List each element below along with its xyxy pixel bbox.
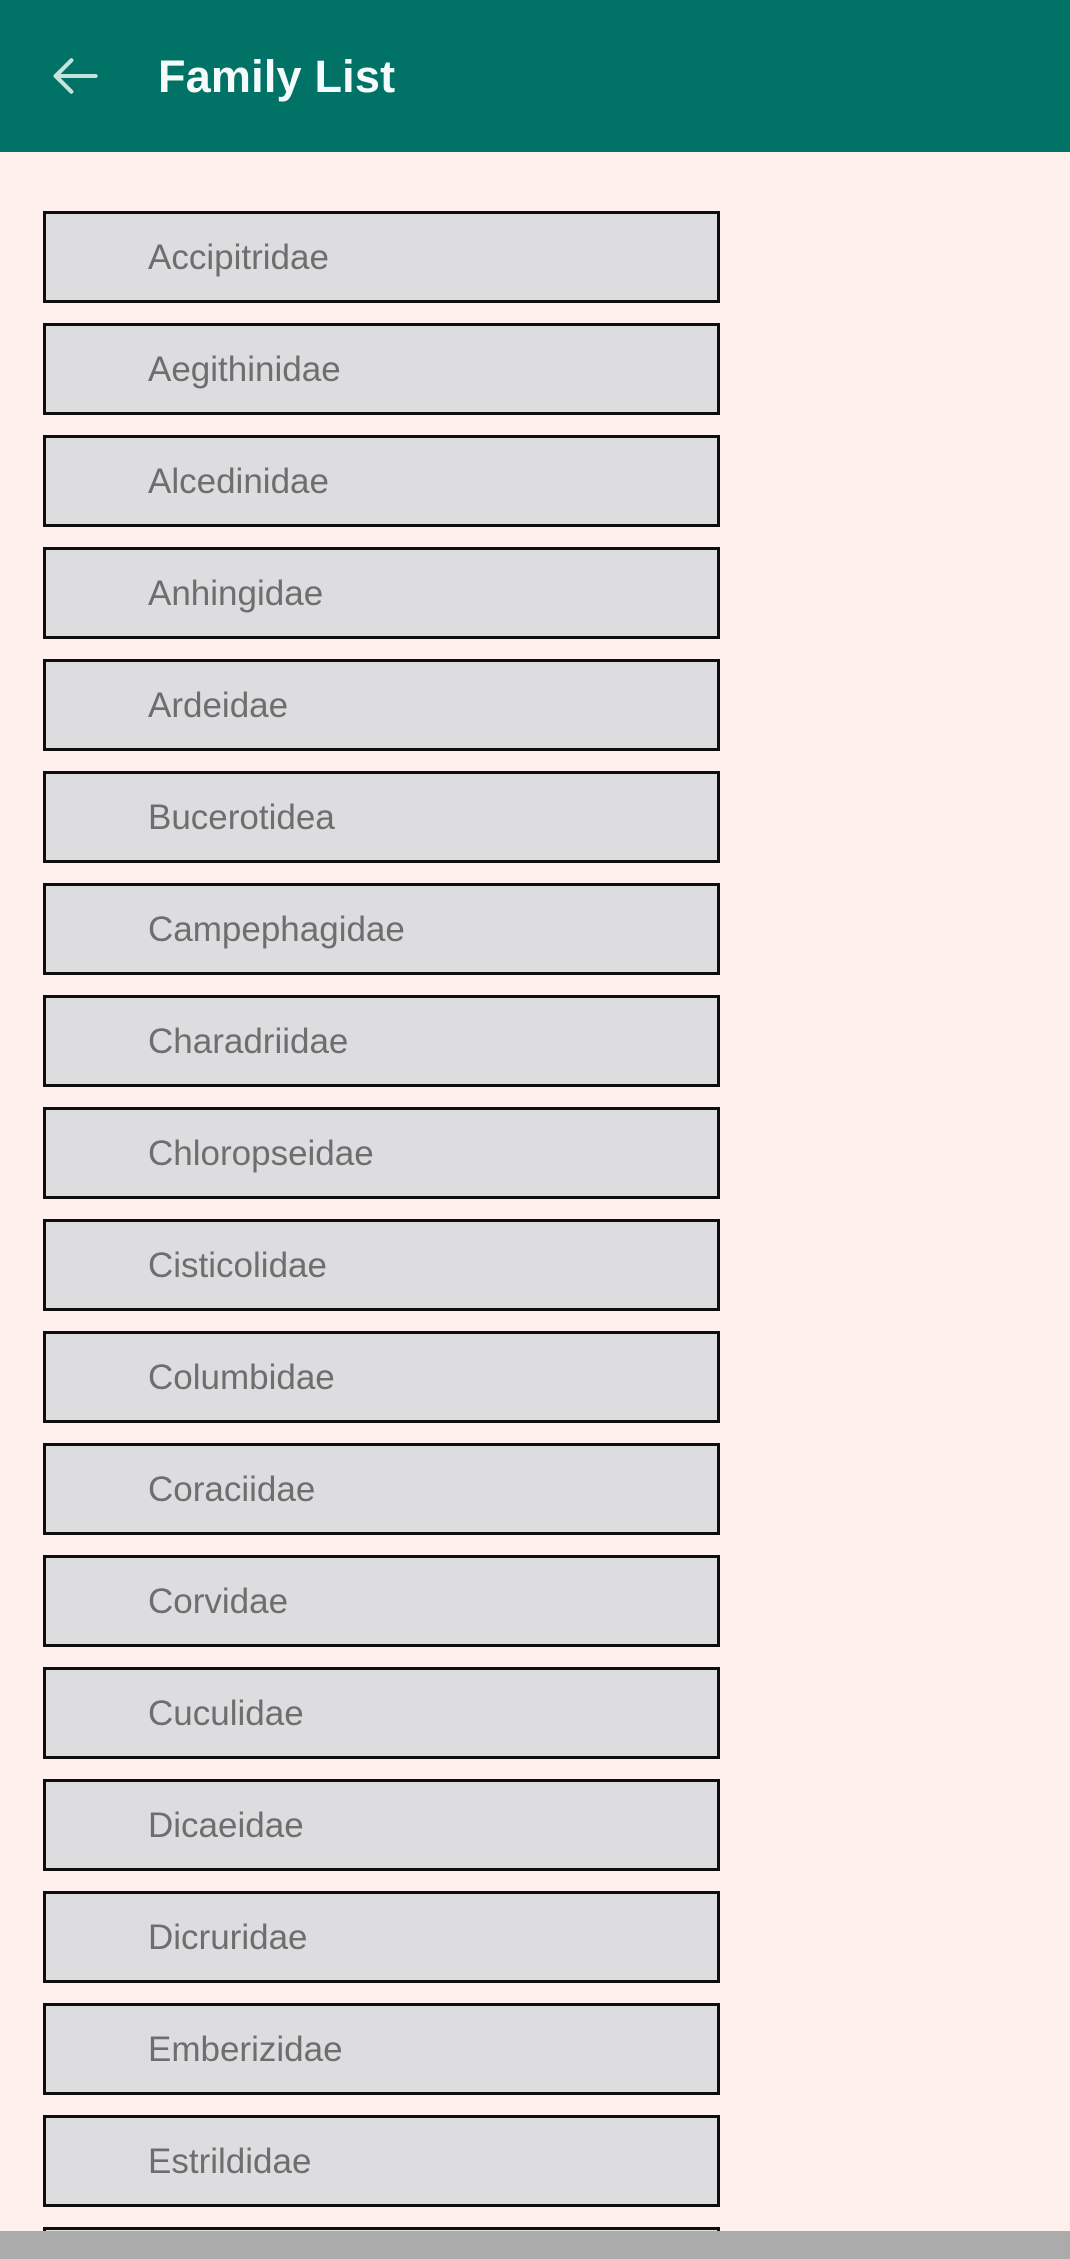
- list-item[interactable]: Cisticolidae: [43, 1219, 720, 1311]
- list-item[interactable]: Chloropseidae: [43, 1107, 720, 1199]
- list-item[interactable]: Columbidae: [43, 1331, 720, 1423]
- list-item-label: Dicaeidae: [148, 1805, 304, 1845]
- list-item[interactable]: Accipitridae: [43, 211, 720, 303]
- app-bar: Family List: [0, 0, 1070, 152]
- family-list: Accipitridae Aegithinidae Alcedinidae Anhin…: [0, 211, 1070, 2231]
- list-item[interactable]: Charadriidae: [43, 995, 720, 1087]
- list-item[interactable]: Anhingidae: [43, 547, 720, 639]
- list-item-label: Emberizidae: [148, 2029, 343, 2069]
- list-item-label: Estrildidae: [148, 2141, 312, 2181]
- family-list-viewport[interactable]: Accipitridae Aegithinidae Alcedinidae Anhin…: [0, 152, 1070, 2231]
- list-item[interactable]: Estrildidae: [43, 2115, 720, 2207]
- list-item-label: Alcedinidae: [148, 461, 329, 501]
- list-item[interactable]: Cuculidae: [43, 1667, 720, 1759]
- list-item-label: Corvidae: [148, 1581, 289, 1621]
- list-item[interactable]: Coraciidae: [43, 1443, 720, 1535]
- list-item[interactable]: Dicaeidae: [43, 1779, 720, 1871]
- list-item[interactable]: Corvidae: [43, 1555, 720, 1647]
- list-item[interactable]: Dicruridae: [43, 1891, 720, 1983]
- list-item-label: Accipitridae: [148, 237, 329, 277]
- page-title: Family List: [158, 50, 396, 102]
- list-item-label: Anhingidae: [148, 573, 324, 613]
- list-item-label: Ardeidae: [148, 685, 289, 725]
- list-item-label: Columbidae: [148, 1357, 335, 1397]
- list-item-label: Cisticolidae: [148, 1245, 327, 1285]
- list-item-label: Cuculidae: [148, 1693, 304, 1733]
- system-navigation-bar: [0, 2231, 1070, 2259]
- list-item[interactable]: Emberizidae: [43, 2003, 720, 2095]
- list-item[interactable]: Aegithinidae: [43, 323, 720, 415]
- list-item-label: Dicruridae: [148, 1917, 308, 1957]
- list-item[interactable]: Bucerotidea: [43, 771, 720, 863]
- list-item-label: Aegithinidae: [148, 349, 341, 389]
- list-item[interactable]: Alcedinidae: [43, 435, 720, 527]
- list-item[interactable]: Ardeidae: [43, 659, 720, 751]
- list-item-label: Campephagidae: [148, 909, 405, 949]
- arrow-left-icon: [46, 47, 104, 105]
- list-item-label: Coraciidae: [148, 1469, 316, 1509]
- list-item-label: Charadriidae: [148, 1021, 349, 1061]
- list-item-label: Bucerotidea: [148, 797, 335, 837]
- list-item[interactable]: Campephagidae: [43, 883, 720, 975]
- back-button[interactable]: [44, 45, 106, 107]
- list-item-label: Chloropseidae: [148, 1133, 374, 1173]
